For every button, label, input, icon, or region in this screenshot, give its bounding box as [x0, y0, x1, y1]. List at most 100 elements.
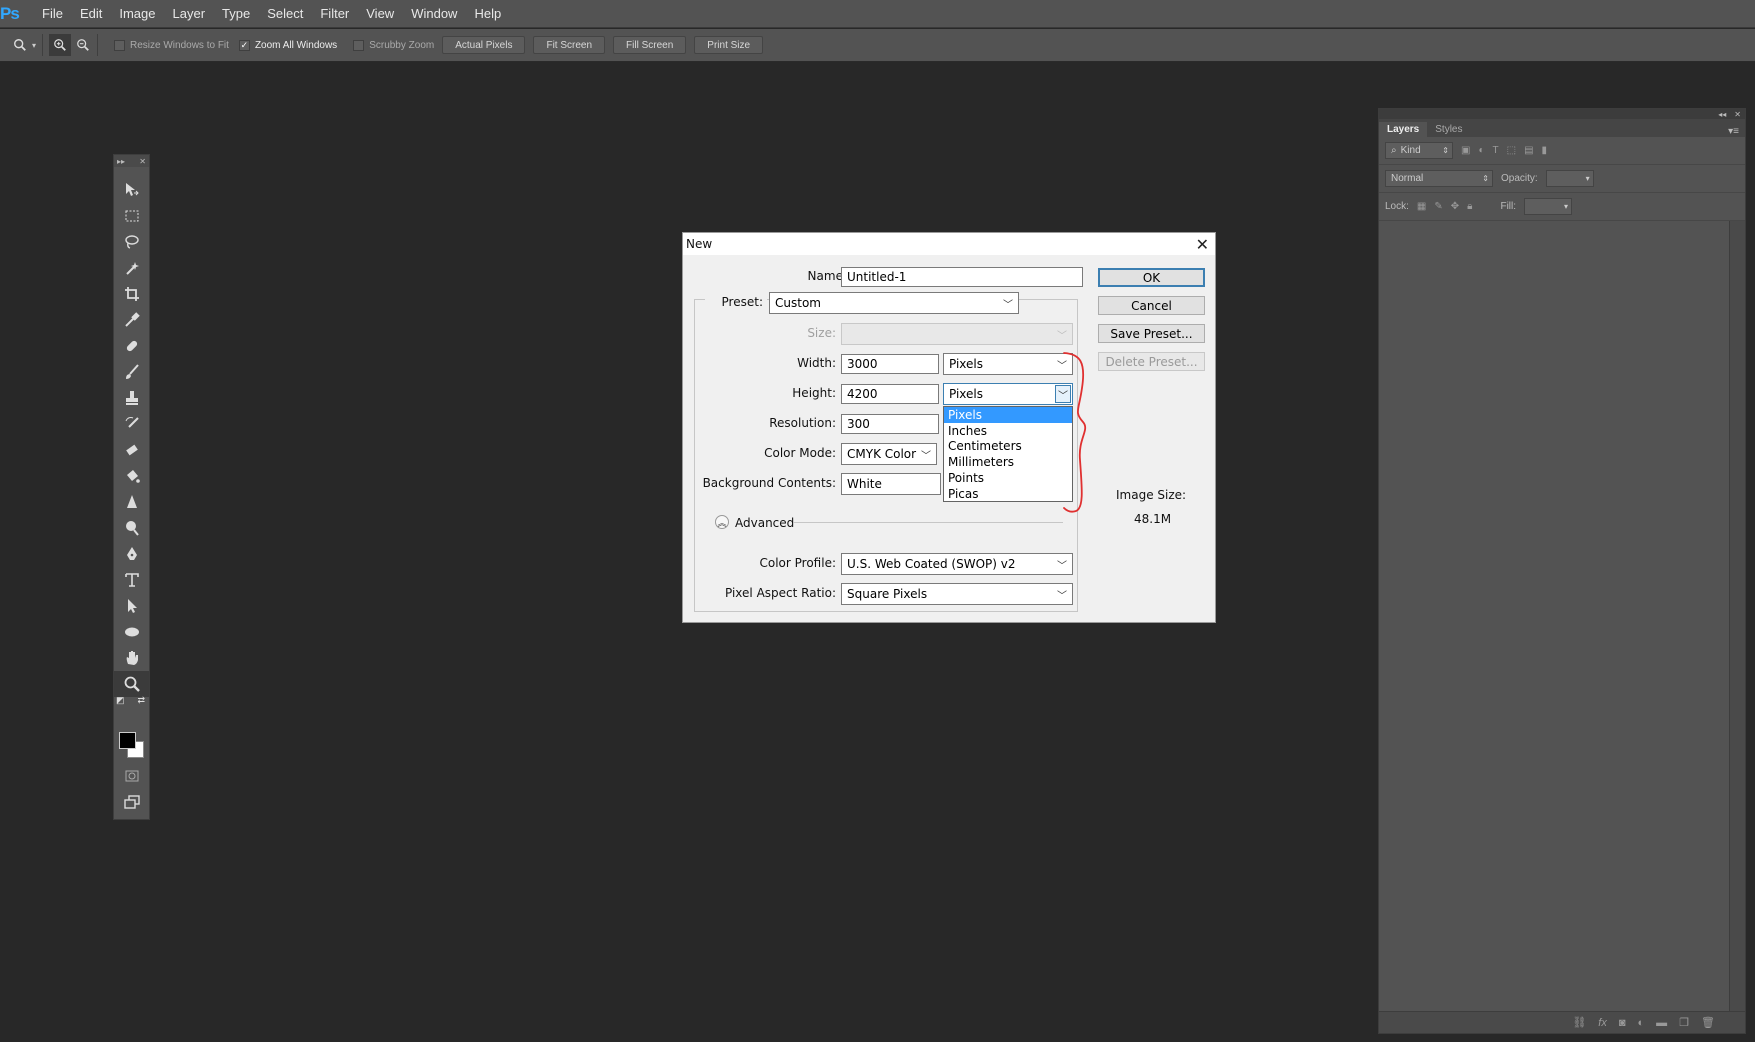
zoom-out-icon[interactable]	[75, 37, 91, 53]
delete-layer-icon[interactable]: 🗑︎	[1701, 1016, 1715, 1029]
resolution-field[interactable]: 300	[841, 414, 939, 434]
tab-layers[interactable]: Layers	[1379, 122, 1428, 137]
color-profile-select[interactable]: U.S. Web Coated (SWOP) v2 ﹀	[841, 553, 1073, 575]
path-selection-tool-icon[interactable]	[114, 593, 149, 619]
type-tool-icon[interactable]	[114, 567, 149, 593]
ellipse-tool-icon[interactable]	[114, 619, 149, 645]
lock-all-icon[interactable]: 🔒︎	[1467, 201, 1472, 212]
panel-menu-icon[interactable]: ▾≡	[1728, 126, 1745, 137]
dialog-titlebar[interactable]: New ✕	[683, 233, 1215, 255]
fit-screen-button[interactable]: Fit Screen	[533, 36, 606, 54]
layers-list[interactable]	[1379, 221, 1729, 1011]
pixel-filter-icon[interactable]: ▣	[1461, 145, 1470, 156]
tools-grip[interactable]	[114, 167, 149, 177]
unit-option-millimeters[interactable]: Millimeters	[944, 454, 1072, 470]
eyedropper-tool-icon[interactable]	[114, 307, 149, 333]
resize-windows-option[interactable]: Resize Windows to Fit	[114, 39, 229, 51]
unit-option-centimeters[interactable]: Centimeters	[944, 439, 1072, 455]
fx-icon[interactable]: fx	[1598, 1017, 1607, 1029]
menu-image[interactable]: Image	[111, 6, 163, 21]
menu-view[interactable]: View	[358, 6, 402, 21]
fill-screen-button[interactable]: Fill Screen	[613, 36, 687, 54]
width-unit-select[interactable]: Pixels ﹀	[943, 353, 1073, 375]
smart-object-filter-icon[interactable]: ▤	[1524, 145, 1533, 156]
screen-mode-icon[interactable]	[114, 789, 149, 815]
scrubby-zoom-option[interactable]: Scrubby Zoom	[353, 39, 434, 51]
history-brush-tool-icon[interactable]	[114, 411, 149, 437]
tab-styles[interactable]: Styles	[1427, 122, 1470, 137]
ok-button[interactable]: OK	[1098, 268, 1205, 287]
cancel-button[interactable]: Cancel	[1098, 296, 1205, 315]
height-unit-select[interactable]: Pixels ﹀	[943, 383, 1073, 405]
unit-option-inches[interactable]: Inches	[944, 423, 1072, 439]
zoom-in-icon[interactable]	[49, 34, 72, 56]
blend-mode-select[interactable]: Normal ⇕	[1385, 170, 1493, 187]
filter-toggle-icon[interactable]: ▮	[1542, 145, 1548, 156]
healing-brush-tool-icon[interactable]	[114, 333, 149, 359]
zoom-all-option[interactable]: ✓ Zoom All Windows	[238, 39, 337, 51]
menu-window[interactable]: Window	[403, 6, 465, 21]
fill-field[interactable]: ▾	[1524, 198, 1573, 215]
menu-type[interactable]: Type	[214, 6, 258, 21]
default-colors-icon[interactable]: ◩	[116, 695, 125, 706]
dodge-tool-icon[interactable]	[114, 515, 149, 541]
lock-transparent-icon[interactable]: ▦	[1417, 201, 1426, 212]
brush-tool-icon[interactable]	[114, 359, 149, 385]
lock-image-icon[interactable]: ✎	[1434, 201, 1442, 212]
menu-file[interactable]: File	[34, 6, 71, 21]
height-field[interactable]: 4200	[841, 384, 939, 404]
link-layers-icon[interactable]: ⛓	[1572, 1016, 1586, 1029]
advanced-label[interactable]: Advanced	[735, 516, 794, 530]
close-icon[interactable]: ✕	[139, 157, 146, 166]
name-field[interactable]: Untitled-1	[841, 267, 1083, 287]
unit-option-pixels[interactable]: Pixels	[944, 407, 1072, 423]
close-icon[interactable]: ✕	[1196, 235, 1209, 254]
layers-scrollbar[interactable]	[1729, 221, 1745, 1011]
lock-position-icon[interactable]: ✥	[1451, 201, 1459, 212]
type-filter-icon[interactable]: T	[1493, 145, 1499, 156]
new-layer-icon[interactable]: ❐	[1679, 1016, 1689, 1029]
menu-edit[interactable]: Edit	[72, 6, 110, 21]
collapse-icon[interactable]: ◂◂	[1718, 110, 1726, 119]
unit-option-points[interactable]: Points	[944, 470, 1072, 486]
opacity-field[interactable]: ▾	[1545, 170, 1594, 187]
zoom-tool-preset-icon[interactable]	[12, 37, 28, 53]
menu-filter[interactable]: Filter	[312, 6, 357, 21]
resize-windows-checkbox[interactable]	[114, 39, 126, 51]
scrubby-zoom-checkbox[interactable]	[353, 39, 365, 51]
eraser-tool-icon[interactable]	[114, 437, 149, 463]
collapse-icon[interactable]: ▸▸	[117, 157, 125, 166]
magic-wand-tool-icon[interactable]	[114, 255, 149, 281]
marquee-tool-icon[interactable]	[114, 203, 149, 229]
foreground-color-swatch[interactable]	[119, 732, 136, 749]
hand-tool-icon[interactable]	[114, 645, 149, 671]
new-group-icon[interactable]: ▬	[1656, 1017, 1667, 1029]
menu-layer[interactable]: Layer	[165, 6, 214, 21]
menu-select[interactable]: Select	[259, 6, 311, 21]
zoom-all-checkbox[interactable]: ✓	[238, 39, 250, 51]
add-mask-icon[interactable]: ◙	[1619, 1017, 1626, 1029]
advanced-toggle-icon[interactable]: ︽	[715, 515, 729, 529]
quick-mask-icon[interactable]	[114, 763, 149, 789]
unit-option-picas[interactable]: Picas	[944, 486, 1072, 502]
pixel-aspect-ratio-select[interactable]: Square Pixels ﹀	[841, 583, 1073, 605]
kind-filter-select[interactable]: ⌕ Kind ⇕	[1385, 142, 1453, 159]
layers-panel-header[interactable]: ◂◂ ✕	[1379, 109, 1745, 119]
adjustment-layer-icon[interactable]: ◐	[1638, 1017, 1645, 1029]
crop-tool-icon[interactable]	[114, 281, 149, 307]
zoom-tool-icon[interactable]	[114, 671, 149, 697]
preset-select[interactable]: Custom ﹀	[769, 292, 1019, 314]
tools-panel-header[interactable]: ▸▸ ✕	[114, 155, 149, 167]
swap-colors-icon[interactable]: ⇄	[137, 695, 145, 706]
color-mode-select[interactable]: CMYK Color ﹀	[841, 443, 937, 465]
blur-tool-icon[interactable]	[114, 489, 149, 515]
menu-help[interactable]: Help	[466, 6, 509, 21]
move-tool-icon[interactable]	[114, 177, 149, 203]
pen-tool-icon[interactable]	[114, 541, 149, 567]
adjustment-filter-icon[interactable]: ◐	[1478, 145, 1484, 156]
actual-pixels-button[interactable]: Actual Pixels	[442, 36, 526, 54]
paint-bucket-tool-icon[interactable]	[114, 463, 149, 489]
tool-preset-chevron-icon[interactable]: ▾	[32, 41, 36, 50]
width-field[interactable]: 3000	[841, 354, 939, 374]
close-icon[interactable]: ✕	[1734, 110, 1741, 119]
